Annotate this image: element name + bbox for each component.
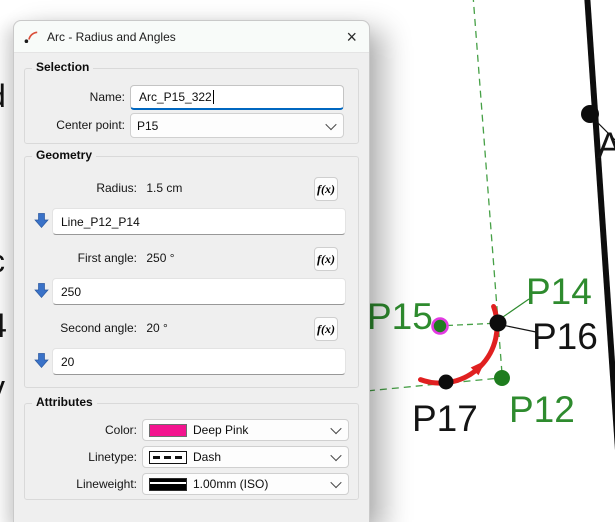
arc-tool-icon — [23, 28, 40, 45]
close-icon[interactable]: × — [346, 28, 357, 46]
second-angle-row: Second angle: 20 ° — [25, 321, 255, 335]
label-p17: P17 — [412, 398, 478, 439]
label-a: A — [597, 125, 615, 166]
second-angle-label: Second angle: — [25, 321, 137, 335]
center-point-value: P15 — [137, 119, 327, 133]
radius-row: Radius: 1.5 cm — [25, 181, 255, 195]
radius-label: Radius: — [25, 181, 137, 195]
edge-fragment-3: 4 — [0, 307, 7, 345]
label-p16: P16 — [532, 316, 598, 357]
dialog-titlebar[interactable]: Arc - Radius and Angles × — [14, 21, 369, 53]
radius-value: 1.5 cm — [146, 181, 182, 195]
center-point-label: Center point: — [25, 118, 125, 132]
color-value: Deep Pink — [193, 423, 332, 437]
point-p17[interactable] — [439, 375, 454, 390]
thick-line-icon — [149, 478, 187, 491]
second-angle-expression-input[interactable]: 20 — [52, 348, 346, 375]
linetype-value: Dash — [193, 450, 332, 464]
first-angle-expression-button[interactable]: f(x) — [314, 247, 338, 271]
geometry-group: Geometry Radius: 1.5 cm f(x) Line_P12_P1… — [24, 156, 359, 388]
second-angle-expression-button[interactable]: f(x) — [314, 317, 338, 341]
first-angle-row: First angle: 250 ° — [25, 251, 255, 265]
color-select[interactable]: Deep Pink — [142, 419, 349, 441]
name-input[interactable]: Arc_P15_322 — [130, 85, 344, 110]
first-angle-expression-input[interactable]: 250 — [52, 278, 346, 305]
dash-pattern-icon — [149, 451, 187, 464]
label-p15: P15 — [367, 296, 433, 337]
first-angle-value: 250 ° — [146, 251, 174, 265]
radius-expression-button[interactable]: f(x) — [314, 177, 338, 201]
edge-fragment-1: d — [0, 78, 6, 114]
app-screen: P15 P14 P16 P17 P12 A d c 4 v Arc - Radi… — [0, 0, 615, 522]
chevron-down-icon — [330, 423, 341, 434]
first-angle-expression-value: 250 — [61, 285, 81, 299]
color-swatch-icon — [149, 424, 187, 437]
color-label: Color: — [25, 423, 137, 437]
lineweight-label: Lineweight: — [25, 477, 137, 491]
second-angle-expression-value: 20 — [61, 355, 74, 369]
linetype-label: Linetype: — [25, 450, 137, 464]
linetype-select[interactable]: Dash — [142, 446, 349, 468]
name-value: Arc_P15_322 — [139, 90, 212, 104]
lineweight-select[interactable]: 1.00mm (ISO) — [142, 473, 349, 495]
radius-expression-input[interactable]: Line_P12_P14 — [52, 208, 346, 235]
radius-expression-value: Line_P12_P14 — [61, 215, 140, 229]
apply-expression-arrow-icon — [34, 212, 49, 229]
selection-legend: Selection — [32, 60, 93, 74]
text-caret — [213, 90, 214, 104]
attributes-legend: Attributes — [32, 395, 97, 409]
chevron-down-icon — [330, 450, 341, 461]
point-p15-selected[interactable] — [433, 319, 448, 334]
apply-expression-arrow-icon — [34, 352, 49, 369]
lineweight-value: 1.00mm (ISO) — [193, 477, 332, 491]
center-point-select[interactable]: P15 — [130, 113, 344, 138]
apply-expression-arrow-icon — [34, 282, 49, 299]
first-angle-label: First angle: — [25, 251, 137, 265]
edge-fragment-4: v — [0, 369, 5, 405]
attributes-group: Attributes Color: Deep Pink Linetype: Da… — [24, 403, 359, 500]
point-p14-p16[interactable] — [490, 315, 507, 332]
chevron-down-icon — [325, 118, 336, 129]
label-p12: P12 — [509, 389, 575, 430]
label-p14: P14 — [526, 271, 592, 312]
arc-properties-dialog: Arc - Radius and Angles × Selection Name… — [13, 20, 370, 522]
edge-fragment-2: c — [0, 243, 5, 279]
geometry-legend: Geometry — [32, 148, 96, 162]
name-label: Name: — [25, 90, 125, 104]
chevron-down-icon — [330, 477, 341, 488]
dialog-title: Arc - Radius and Angles — [47, 30, 176, 44]
second-angle-value: 20 ° — [146, 321, 167, 335]
point-on-right-line[interactable] — [581, 105, 599, 123]
point-p12[interactable] — [494, 370, 510, 386]
selection-group: Selection Name: Arc_P15_322 Center point… — [24, 68, 359, 144]
